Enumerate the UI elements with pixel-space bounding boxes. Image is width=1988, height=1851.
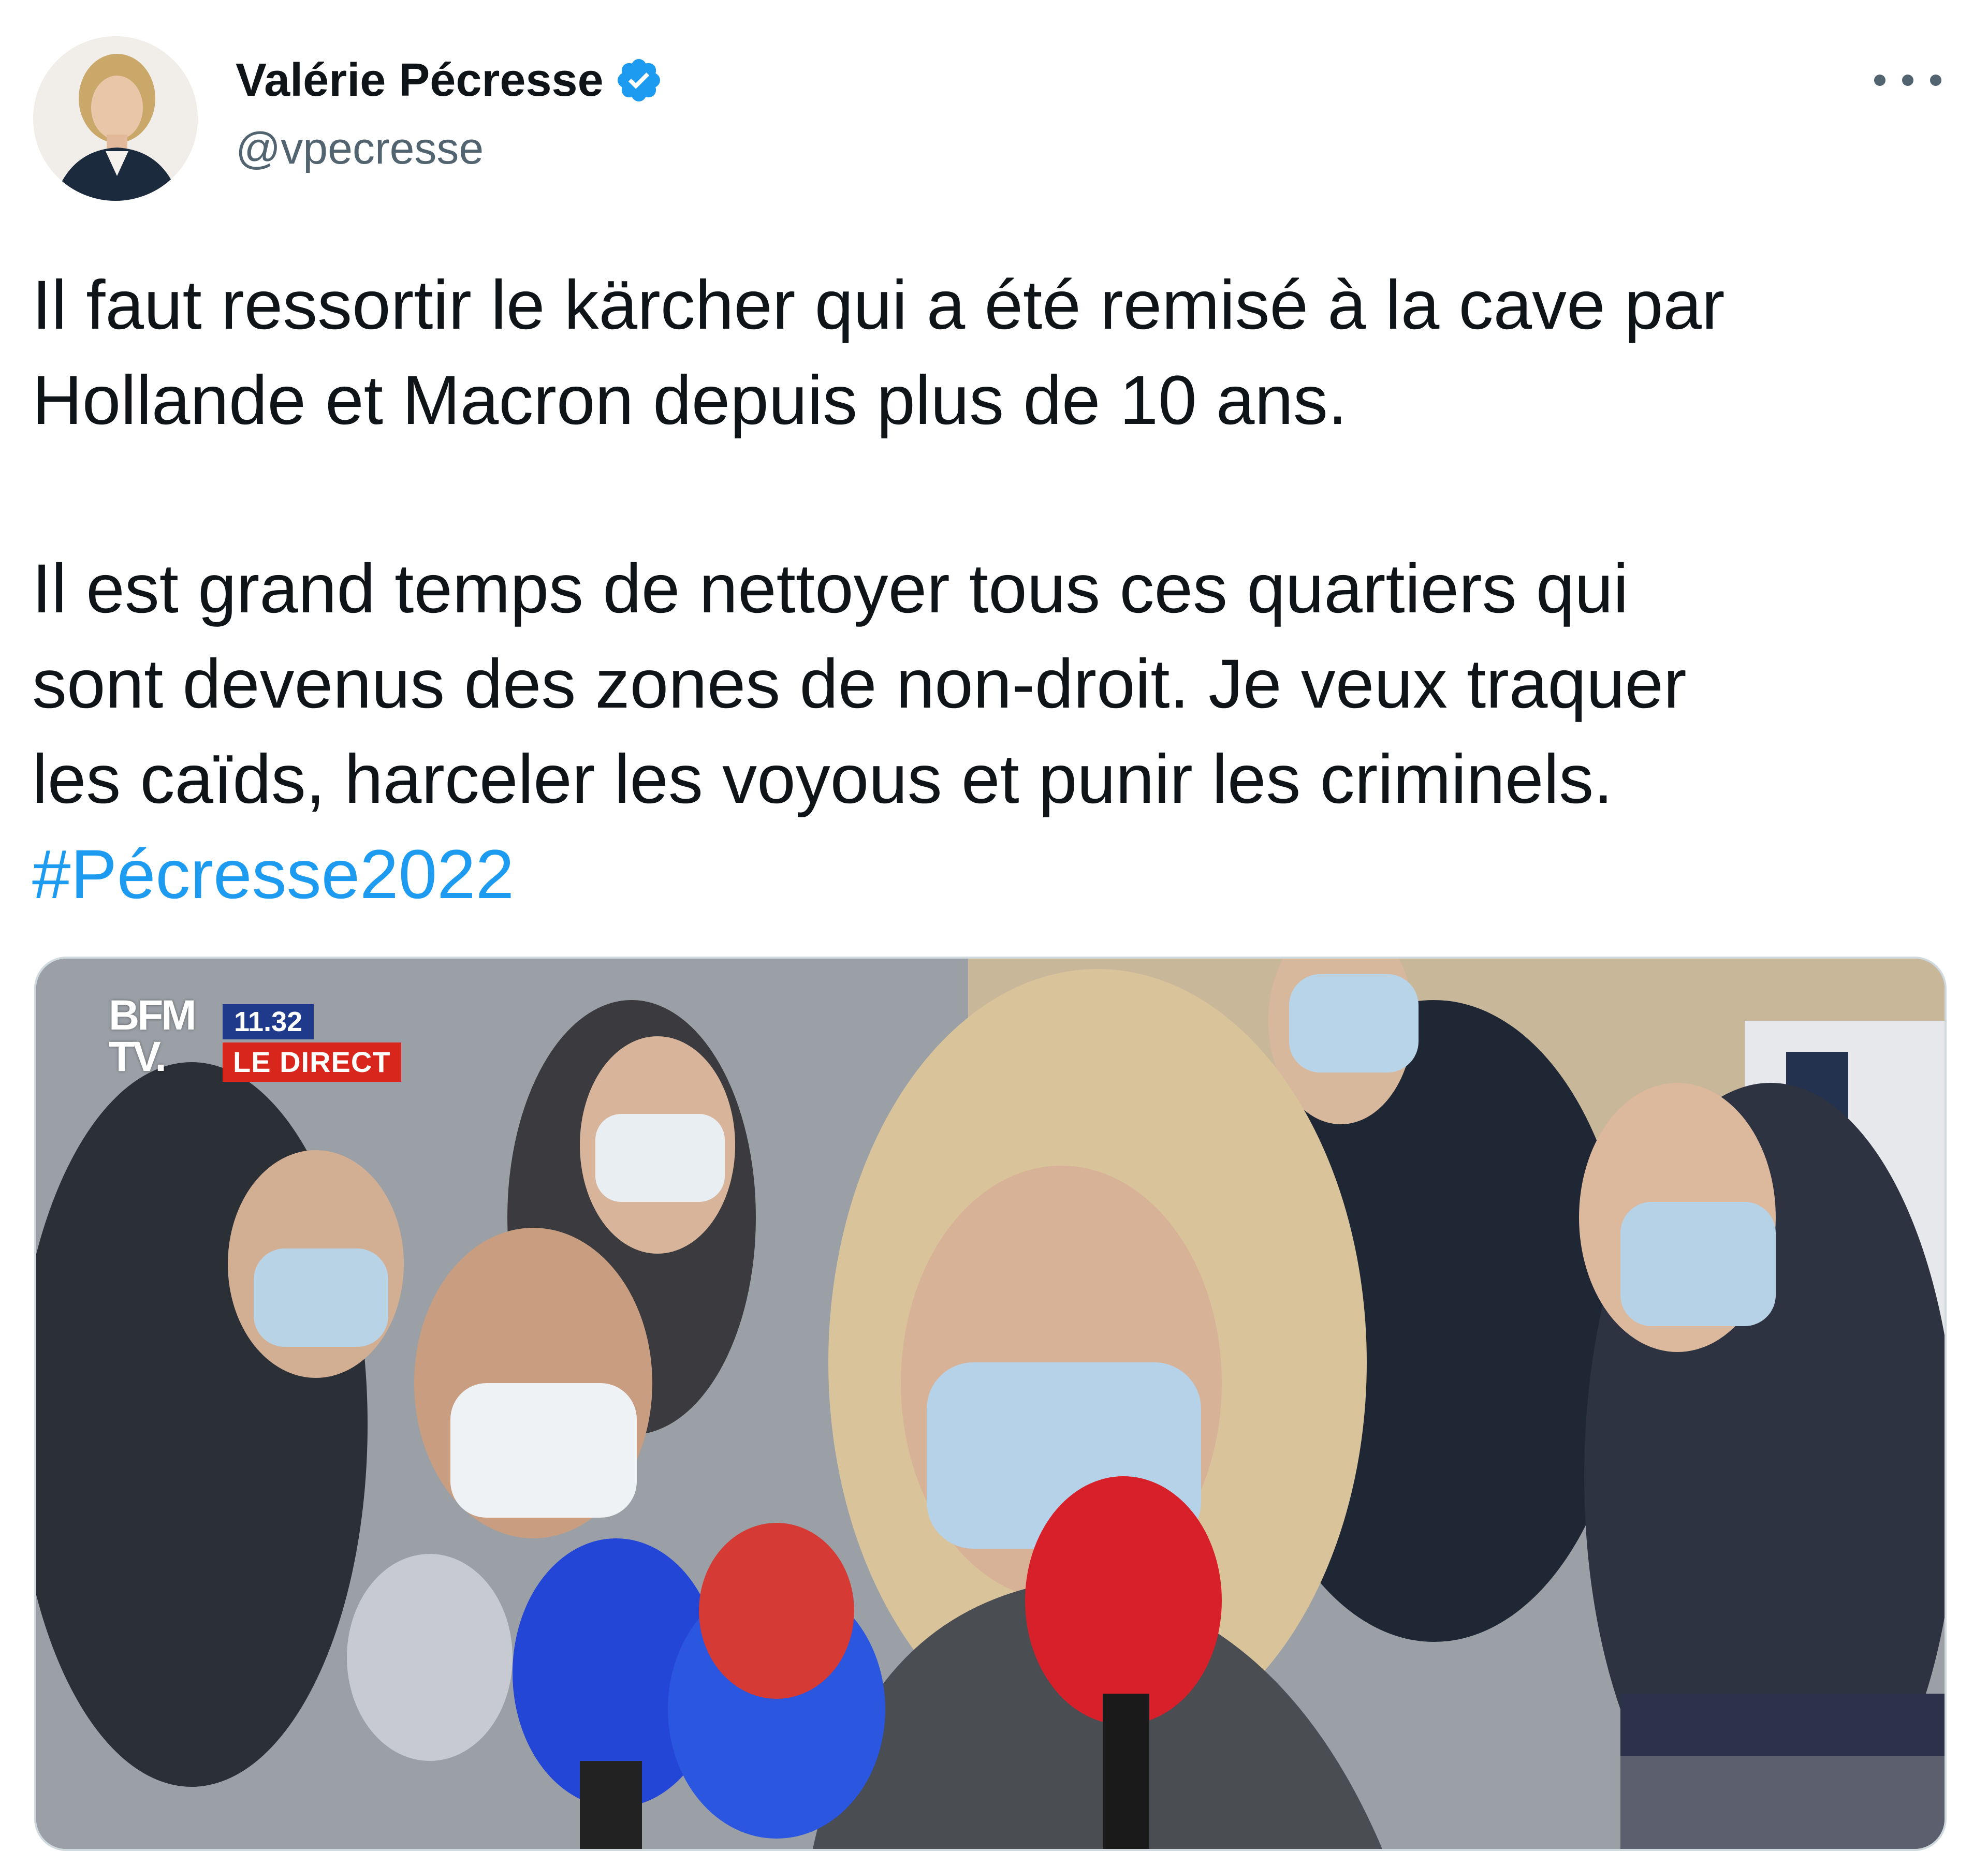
more-dot	[1874, 75, 1885, 86]
more-dot	[1930, 75, 1941, 86]
tweet-text-paragraph-1: Il faut ressortir le kärcher qui a été r…	[32, 267, 1725, 439]
live-badge: LE DIRECT	[223, 1042, 401, 1082]
verified-badge-icon	[617, 59, 660, 101]
avatar[interactable]	[33, 36, 198, 201]
name-row[interactable]: Valérie Pécresse	[236, 52, 664, 109]
tweet: Valérie Pécresse @vpecresse Il faut ress…	[0, 0, 1988, 1851]
avatar-image	[33, 36, 198, 201]
hashtag-link[interactable]: #Pécresse2022	[32, 827, 514, 922]
broadcast-time: 11.32	[223, 1004, 314, 1039]
bfm-channel-logo: BFM TV.	[109, 992, 197, 1080]
handle[interactable]: @vpecresse	[236, 120, 484, 177]
video-frame	[36, 959, 1945, 1849]
tweet-text-paragraph-2: Il est grand temps de nettoyer tous ces …	[32, 550, 1687, 818]
more-horizontal-icon[interactable]	[1874, 57, 1941, 104]
video-media[interactable]: BFM TV. 11.32 LE DIRECT	[34, 957, 1947, 1851]
more-dot	[1902, 75, 1913, 86]
display-name[interactable]: Valérie Pécresse	[236, 52, 604, 109]
